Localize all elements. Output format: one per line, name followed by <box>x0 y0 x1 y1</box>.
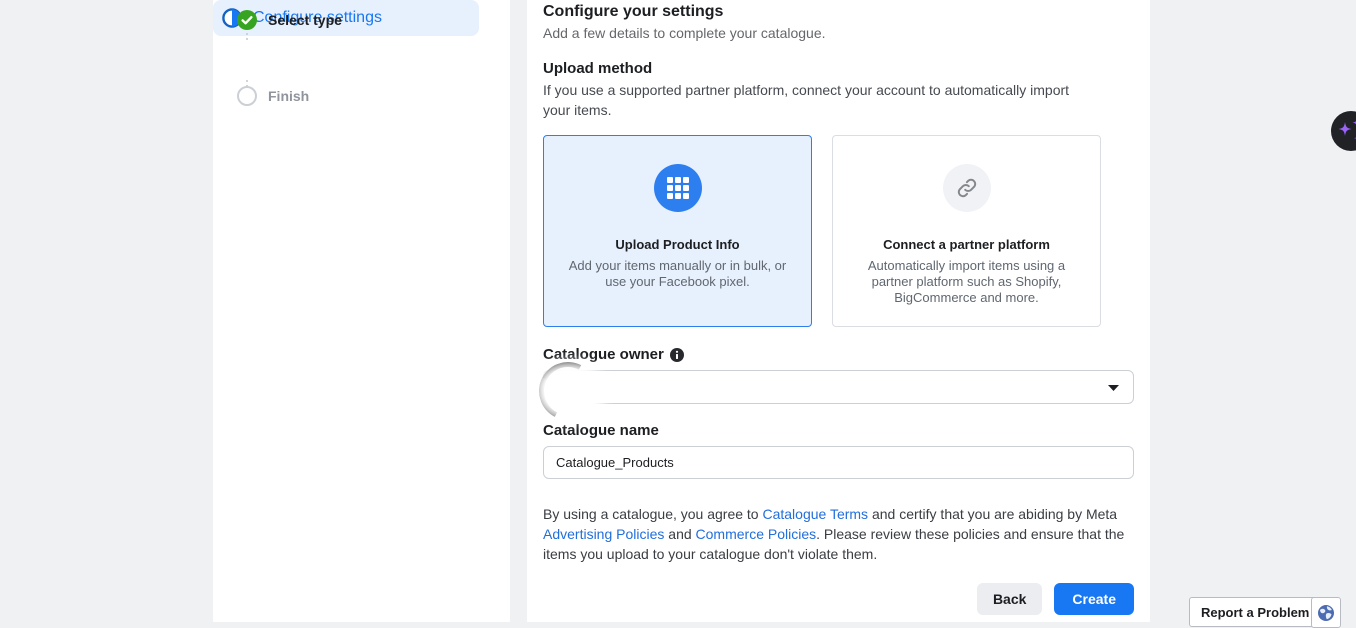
report-a-problem-button[interactable]: Report a Problem <box>1189 597 1321 627</box>
legal-segment: and certify that you are abiding by Meta <box>868 506 1117 522</box>
card-description: Add your items manually or in bulk, or u… <box>544 258 811 290</box>
catalogue-setup-page: { "colors": { "accent_blue": "#1877f2", … <box>0 0 1356 622</box>
empty-circle-icon <box>237 86 257 106</box>
connect-partner-platform-card[interactable]: Connect a partner platform Automatically… <box>832 135 1101 327</box>
catalogue-owner-select[interactable] <box>543 370 1134 404</box>
card-title: Connect a partner platform <box>833 237 1100 252</box>
action-buttons: Back Create <box>543 583 1134 615</box>
create-button[interactable]: Create <box>1054 583 1134 615</box>
step-label: Finish <box>268 86 309 106</box>
page-title: Configure your settings <box>543 3 723 21</box>
step-label: Select type <box>268 10 342 30</box>
legal-segment: By using a catalogue, you agree to <box>543 506 762 522</box>
legal-segment: and <box>664 526 695 542</box>
step-connector-dot <box>246 33 248 35</box>
back-button[interactable]: Back <box>977 583 1042 615</box>
card-description: Automatically import items using a partn… <box>833 258 1100 306</box>
step-connector-dot <box>246 80 248 82</box>
link-icon <box>943 164 991 212</box>
catalogue-name-label: Catalogue name <box>543 422 659 439</box>
commerce-policies-link[interactable]: Commerce Policies <box>696 526 817 542</box>
catalogue-owner-label: Catalogue owner <box>543 346 664 363</box>
advertising-policies-link[interactable]: Advertising Policies <box>543 526 664 542</box>
steps-sidebar: Select type Configure settings Finish <box>213 0 510 622</box>
legal-text: By using a catalogue, you agree to Catal… <box>543 504 1134 564</box>
language-button[interactable] <box>1311 597 1341 628</box>
catalogue-name-input[interactable] <box>543 446 1134 479</box>
upload-method-label: Upload method <box>543 60 652 77</box>
catalogue-terms-link[interactable]: Catalogue Terms <box>762 506 868 522</box>
sidebar-item-select-type[interactable]: Select type <box>237 10 342 30</box>
sparkles-icon <box>1334 114 1356 148</box>
step-connector-dot <box>246 38 248 40</box>
upload-method-options: Upload Product Info Add your items manua… <box>543 135 1101 327</box>
check-circle-icon <box>237 10 257 30</box>
page-subtitle: Add a few details to complete your catal… <box>543 25 826 41</box>
upload-product-info-card[interactable]: Upload Product Info Add your items manua… <box>543 135 812 327</box>
sidebar-item-finish[interactable]: Finish <box>237 86 309 106</box>
grid-icon <box>654 164 702 212</box>
upload-method-description: If you use a supported partner platform,… <box>543 80 1091 120</box>
card-title: Upload Product Info <box>544 237 811 252</box>
globe-icon <box>1317 604 1335 622</box>
chevron-down-icon <box>1108 385 1119 391</box>
assistant-button[interactable] <box>1331 111 1356 151</box>
configure-settings-panel: Configure your settings Add a few detail… <box>527 0 1150 622</box>
catalogue-owner-label-row: Catalogue owner <box>543 346 684 363</box>
info-icon[interactable] <box>670 348 684 362</box>
